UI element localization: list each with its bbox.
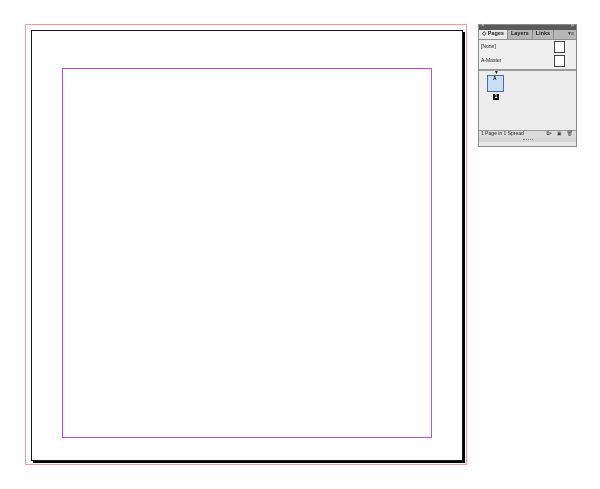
pages-list: ▼ A 1 bbox=[479, 71, 576, 130]
master-a[interactable]: A-Master bbox=[479, 54, 576, 68]
master-thumbnail[interactable] bbox=[554, 41, 565, 53]
panel-menu-icon[interactable]: ▾≡ bbox=[568, 30, 574, 39]
tab-pages[interactable]: ◇ Pages bbox=[479, 30, 508, 39]
collapse-icon[interactable]: » bbox=[571, 22, 574, 30]
pages-panel: × » ◇ Pages Layers Links ▾≡ [None] A-Mas… bbox=[478, 22, 577, 147]
tab-links[interactable]: Links bbox=[533, 30, 555, 39]
margin-guide bbox=[62, 68, 432, 438]
delete-page-icon[interactable]: 🗑 bbox=[567, 131, 573, 138]
new-page-icon[interactable]: ▣ bbox=[557, 131, 562, 138]
tab-layers[interactable]: Layers bbox=[508, 30, 533, 39]
page-shadow bbox=[33, 461, 465, 463]
page-count-status: 1 Page in 1 Spread bbox=[481, 131, 524, 137]
close-icon[interactable]: × bbox=[481, 22, 485, 30]
applied-master-letter: A bbox=[493, 76, 497, 82]
page-shadow bbox=[463, 32, 465, 463]
panel-tabbar: ◇ Pages Layers Links ▾≡ bbox=[479, 30, 576, 40]
page-size-icon[interactable]: ⧉▾ bbox=[546, 131, 552, 138]
master-label: [None] bbox=[481, 44, 496, 50]
resize-grip[interactable] bbox=[479, 138, 576, 142]
master-label: A-Master bbox=[481, 58, 502, 64]
master-none[interactable]: [None] bbox=[479, 40, 576, 54]
masters-section: [None] A-Master bbox=[479, 40, 576, 71]
page-number-label: 1 bbox=[493, 94, 499, 100]
master-thumbnail[interactable] bbox=[554, 55, 565, 67]
panel-statusbar: 1 Page in 1 Spread ⧉▾ ▣ 🗑 bbox=[479, 130, 576, 138]
